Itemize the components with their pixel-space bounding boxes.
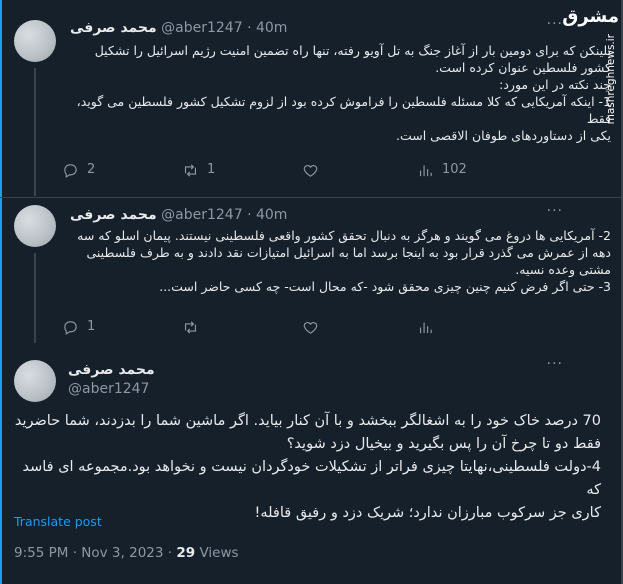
tweet-text-line: 2- آمریکایی ها دروغ می گویند و هرگز به د… <box>77 228 611 243</box>
tweet-text-line: چند نکته در این مورد: <box>499 77 611 92</box>
reply-count: 1 <box>87 319 96 334</box>
mashregh-watermark: مشرق mashreghnews.ir <box>562 0 623 130</box>
heart-icon <box>303 321 318 334</box>
tweet-text-line: بلینکن که برای دومین بار از آغاز جنگ به … <box>94 43 611 58</box>
tweet-text-line: 1- اینکه آمریکایی که کلا مسئله فلسطین را… <box>76 94 611 126</box>
author-name[interactable]: محمد صرفی <box>70 20 157 36</box>
reply-count: 2 <box>87 162 96 177</box>
tweet-actions: 1 <box>62 317 502 337</box>
author-handle[interactable]: @aber1247 <box>161 207 242 223</box>
tweet-header: محمد صرفی @aber1247 · 40m <box>70 20 288 36</box>
tweet-text: 2- آمریکایی ها دروغ می گویند و هرگز به د… <box>68 227 611 295</box>
more-options-icon[interactable]: ··· <box>547 203 563 219</box>
watermark-logo: مشرق <box>562 6 619 27</box>
thread-tweet-1[interactable]: محمد صرفی @aber1247 · 40m ··· بلینکن که … <box>0 16 623 196</box>
retweet-icon <box>184 320 197 334</box>
tweet-text: بلینکن که برای دومین بار از آغاز جنگ به … <box>68 42 611 144</box>
tweet-actions: 2 1 102 <box>62 160 502 180</box>
tweet-text-line: 3- حتی اگر فرض کنیم چنین چیزی محقق شود -… <box>159 279 611 294</box>
retweet-icon <box>184 163 197 177</box>
heart-icon <box>303 164 318 177</box>
views-button[interactable] <box>417 317 442 337</box>
author-handle[interactable]: @aber1247 <box>161 20 242 36</box>
like-button[interactable] <box>302 160 327 180</box>
tweet-divider <box>0 197 623 198</box>
tweet-header: محمد صرفی @aber1247 · 40m <box>70 207 288 223</box>
thread-tweet-2[interactable]: محمد صرفی @aber1247 · 40m ··· 2- آمریکای… <box>0 203 623 345</box>
views-count: 102 <box>442 162 467 177</box>
retweet-count: 1 <box>207 162 216 177</box>
author-name[interactable]: محمد صرفی <box>70 207 157 223</box>
tweet-text-line: یکی از دستاوردهای طوفان الاقصی است. <box>395 128 611 143</box>
reply-button[interactable]: 1 <box>62 317 95 337</box>
tweet-text-line: دهه از عمرش می گذرد قرار بود به اینجا بر… <box>86 245 611 260</box>
tweet-text-line: مشتی وعده نسیه. <box>515 262 611 277</box>
tweet-time[interactable]: 40m <box>256 207 287 223</box>
retweet-button[interactable] <box>182 317 207 337</box>
tweet-time[interactable]: 40m <box>256 20 287 36</box>
tweet-text-line: کشور فلسطین عنوان کرده است. <box>435 60 611 75</box>
reply-button[interactable]: 2 <box>62 160 95 180</box>
like-button[interactable] <box>302 317 327 337</box>
views-button[interactable]: 102 <box>417 160 467 180</box>
thread-connector <box>34 253 36 343</box>
views-chart-icon <box>419 165 432 176</box>
reply-icon <box>64 163 77 178</box>
retweet-button[interactable]: 1 <box>182 160 215 180</box>
views-chart-icon <box>419 322 432 333</box>
more-options-icon[interactable]: ··· <box>547 16 563 32</box>
avatar[interactable] <box>14 20 56 62</box>
thread-connector <box>34 68 36 196</box>
avatar[interactable] <box>14 205 56 247</box>
reply-icon <box>64 320 77 335</box>
watermark-site: mashreghnews.ir <box>605 34 617 125</box>
